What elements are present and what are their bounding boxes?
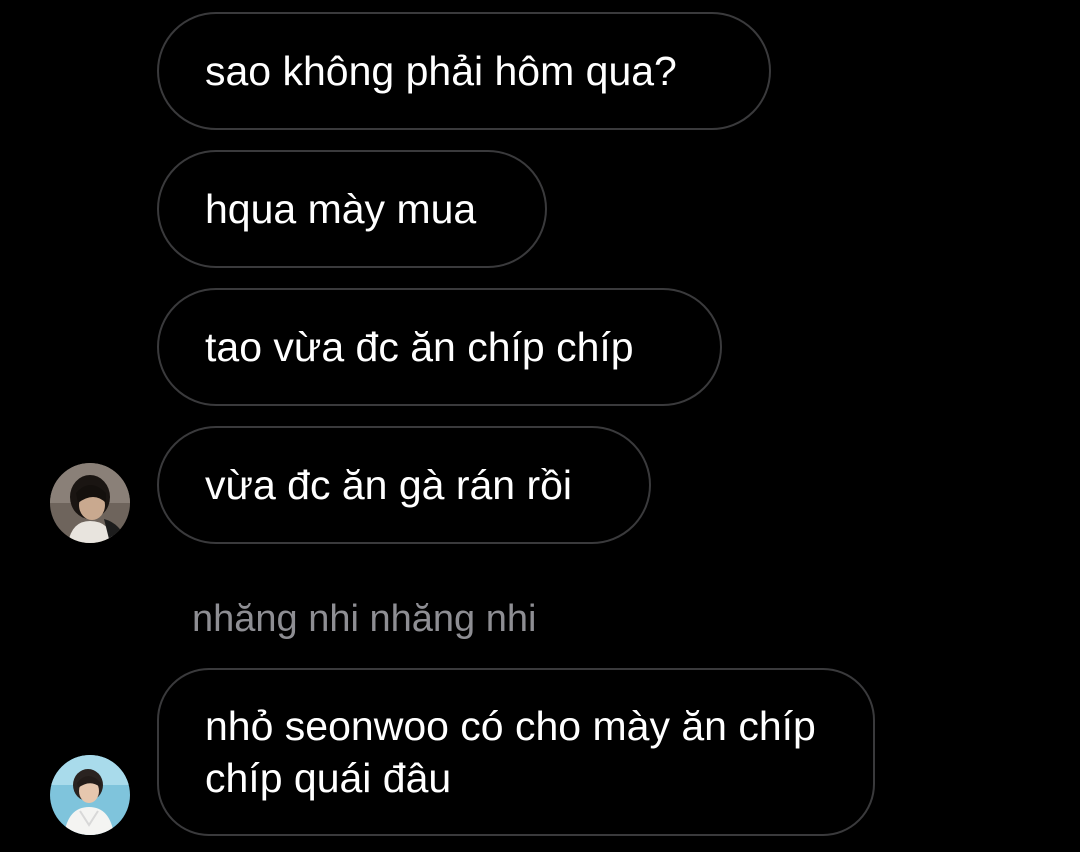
message-text: hqua mày mua (205, 186, 477, 232)
message-text: nhỏ seonwoo có cho mày ăn chíp chíp quái… (205, 703, 816, 801)
message-bubble[interactable]: tao vừa đc ăn chíp chíp (157, 288, 722, 406)
sender-name: nhăng nhi nhăng nhi (192, 598, 537, 640)
sender-avatar[interactable] (50, 463, 130, 543)
message-bubble[interactable]: nhỏ seonwoo có cho mày ăn chíp chíp quái… (157, 668, 875, 836)
sender-avatar[interactable] (50, 755, 130, 835)
user-avatar-photo-blue-icon (50, 755, 130, 835)
message-text: vừa đc ăn gà rán rồi (205, 462, 573, 508)
user-avatar-photo-dark-icon (50, 463, 130, 543)
message-text: tao vừa đc ăn chíp chíp (205, 324, 634, 370)
message-bubble[interactable]: hqua mày mua (157, 150, 547, 268)
message-bubble[interactable]: vừa đc ăn gà rán rồi (157, 426, 651, 544)
message-bubble[interactable]: sao không phải hôm qua? (157, 12, 771, 130)
message-text: sao không phải hôm qua? (205, 48, 677, 94)
